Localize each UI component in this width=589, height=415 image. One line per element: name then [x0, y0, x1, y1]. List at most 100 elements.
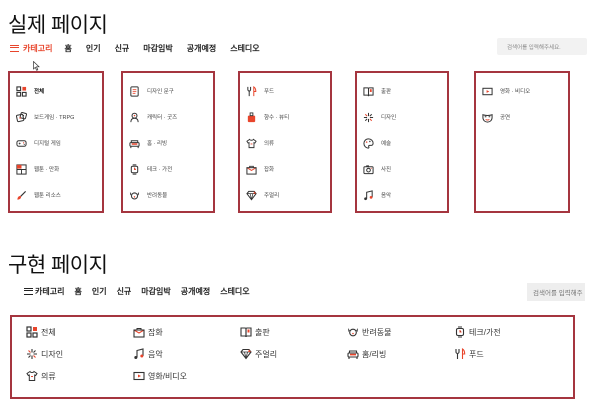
actual-category-item[interactable]: 보드게임 · TRPG — [10, 104, 102, 130]
implemented-category-item[interactable]: 영화/비디오 — [133, 365, 240, 387]
bag-icon — [133, 326, 145, 338]
actual-category-column-4: 출판 디자인 예술사진음악 — [355, 71, 449, 213]
actual-category-item[interactable]: 홈 · 리빙 — [123, 130, 213, 156]
notebook-icon-svg — [130, 85, 139, 97]
actual-nav-bar: 카테고리 홈 인기 신규 마감임박 공개예정 스테디오 — [10, 42, 274, 54]
mask-icon — [482, 112, 493, 123]
actual-category-item[interactable]: 사진 — [357, 156, 447, 182]
implemented-nav-home[interactable]: 홈 — [74, 286, 81, 297]
music-icon-svg — [364, 189, 373, 200]
sparkle-icon-svg — [27, 349, 37, 359]
diamond-icon-svg — [246, 190, 257, 200]
implemented-category-item[interactable]: 디자인 — [26, 343, 133, 365]
shirt-icon — [26, 370, 38, 382]
actual-category-item[interactable]: 캐릭터 · 굿즈 — [123, 104, 213, 130]
sparkle-icon — [26, 348, 38, 360]
utensils-icon-svg — [247, 85, 257, 96]
implemented-category-item[interactable]: 의류 — [26, 365, 133, 387]
camera-icon — [363, 164, 374, 175]
utensils-icon-svg — [455, 348, 466, 359]
actual-category-item[interactable]: 공연 — [476, 104, 568, 130]
actual-category-menu[interactable]: 카테고리 — [10, 43, 52, 54]
implemented-category-label: 카테고리 — [35, 286, 65, 296]
grid-icon-svg — [16, 85, 27, 97]
brush-icon — [16, 190, 27, 201]
implemented-category-item[interactable]: 음악 — [133, 343, 240, 365]
implemented-category-label: 전체 — [41, 327, 56, 337]
video-icon-svg — [482, 87, 493, 95]
implemented-category-item[interactable]: 출판 — [240, 321, 347, 343]
actual-category-item[interactable]: 전체 — [10, 78, 102, 104]
actual-nav-steadio[interactable]: 스테디오 — [230, 43, 259, 54]
implemented-category-item[interactable]: 주얼리 — [240, 343, 347, 365]
actual-search-input[interactable]: 검색어를 입력해주세요. — [497, 38, 587, 55]
implemented-category-item[interactable]: 푸드 — [454, 343, 561, 365]
actual-category-item[interactable]: 웹툰 · 만화 — [10, 156, 102, 182]
actual-category-item[interactable]: 푸드 — [240, 78, 330, 104]
implemented-category-menu[interactable]: 카테고리 — [24, 286, 64, 297]
actual-category-item[interactable]: 디지털 게임 — [10, 130, 102, 156]
watch-icon — [129, 163, 140, 175]
music-icon — [133, 348, 145, 360]
actual-category-item[interactable]: 웹툰 리소스 — [10, 182, 102, 208]
actual-nav-new[interactable]: 신규 — [115, 43, 130, 54]
actual-category-item[interactable]: 주얼리 — [240, 182, 330, 208]
hamburger-icon — [10, 44, 19, 52]
sofa-icon — [347, 348, 359, 360]
actual-category-item[interactable]: 의류 — [240, 130, 330, 156]
implemented-category-item[interactable]: 잡화 — [133, 321, 240, 343]
dog-icon-svg — [348, 328, 358, 337]
implemented-nav-upcoming[interactable]: 공개예정 — [181, 286, 210, 297]
watch-icon — [454, 326, 466, 338]
actual-category-column-2: 디자인 문구 캐릭터 · 굿즈 홈 · 리빙테크 · 가전반려동물 — [121, 71, 215, 213]
actual-category-label: 음악 — [381, 193, 392, 199]
actual-category-item[interactable]: 출판 — [357, 78, 447, 104]
actual-category-item[interactable]: 예술 — [357, 130, 447, 156]
implemented-nav-new[interactable]: 신규 — [117, 286, 132, 297]
gamepad-icon — [16, 138, 27, 149]
actual-category-item[interactable]: 디자인 문구 — [123, 78, 213, 104]
actual-category-label: 테크 · 가전 — [147, 167, 173, 173]
implemented-category-item[interactable]: 테크/가전 — [454, 321, 561, 343]
actual-category-column-5: 영화 · 비디오공연 — [474, 71, 570, 213]
actual-category-label: 보드게임 · TRPG — [34, 115, 75, 121]
actual-category-label: 사진 — [381, 167, 392, 173]
implemented-category-item[interactable]: 전체 — [26, 321, 133, 343]
actual-nav-closing-soon[interactable]: 마감임박 — [143, 43, 172, 54]
dice-icon-svg — [16, 111, 27, 122]
actual-category-label: 반려동물 — [147, 193, 168, 199]
actual-category-item[interactable]: 디자인 — [357, 104, 447, 130]
actual-category-item[interactable]: 음악 — [357, 182, 447, 208]
implemented-category-item[interactable]: 반려동물 — [347, 321, 454, 343]
utensils-icon — [454, 348, 466, 360]
actual-category-item[interactable]: 테크 · 가전 — [123, 156, 213, 182]
implemented-search-input[interactable]: 검색어를 입력해주 — [527, 283, 585, 301]
implemented-nav-popular[interactable]: 인기 — [92, 286, 107, 297]
actual-category-item[interactable]: 반려동물 — [123, 182, 213, 208]
perfume-icon-svg — [247, 111, 256, 122]
actual-category-label: 공연 — [500, 115, 511, 121]
actual-category-item[interactable]: 향수 · 뷰티 — [240, 104, 330, 130]
character-icon — [129, 112, 140, 123]
shirt-icon-svg — [246, 138, 257, 148]
implemented-nav-closing-soon[interactable]: 마감임박 — [141, 286, 170, 297]
actual-category-label: 카테고리 — [23, 43, 53, 53]
actual-nav-home[interactable]: 홈 — [64, 43, 71, 54]
implemented-nav-bar: 카테고리 홈 인기 신규 마감임박 공개예정 스테디오 — [24, 285, 260, 297]
grid-icon-svg — [26, 326, 38, 338]
actual-category-item[interactable]: 영화 · 비디오 — [476, 78, 568, 104]
brush-icon-svg — [17, 190, 27, 200]
implemented-category-item[interactable]: 홈/리빙 — [347, 343, 454, 365]
actual-category-item[interactable]: 잡화 — [240, 156, 330, 182]
camera-icon-svg — [363, 164, 374, 174]
actual-category-label: 웹툰 리소스 — [34, 193, 61, 199]
video-icon-svg — [133, 371, 145, 381]
comic-icon — [16, 163, 27, 175]
implemented-category-label: 의류 — [41, 371, 56, 381]
actual-nav-upcoming[interactable]: 공개예정 — [187, 43, 216, 54]
mask-icon-svg — [482, 113, 493, 123]
actual-nav-popular[interactable]: 인기 — [86, 43, 101, 54]
actual-category-label: 전체 — [34, 89, 45, 95]
book-icon — [240, 326, 252, 338]
implemented-nav-steadio[interactable]: 스테디오 — [220, 286, 249, 297]
